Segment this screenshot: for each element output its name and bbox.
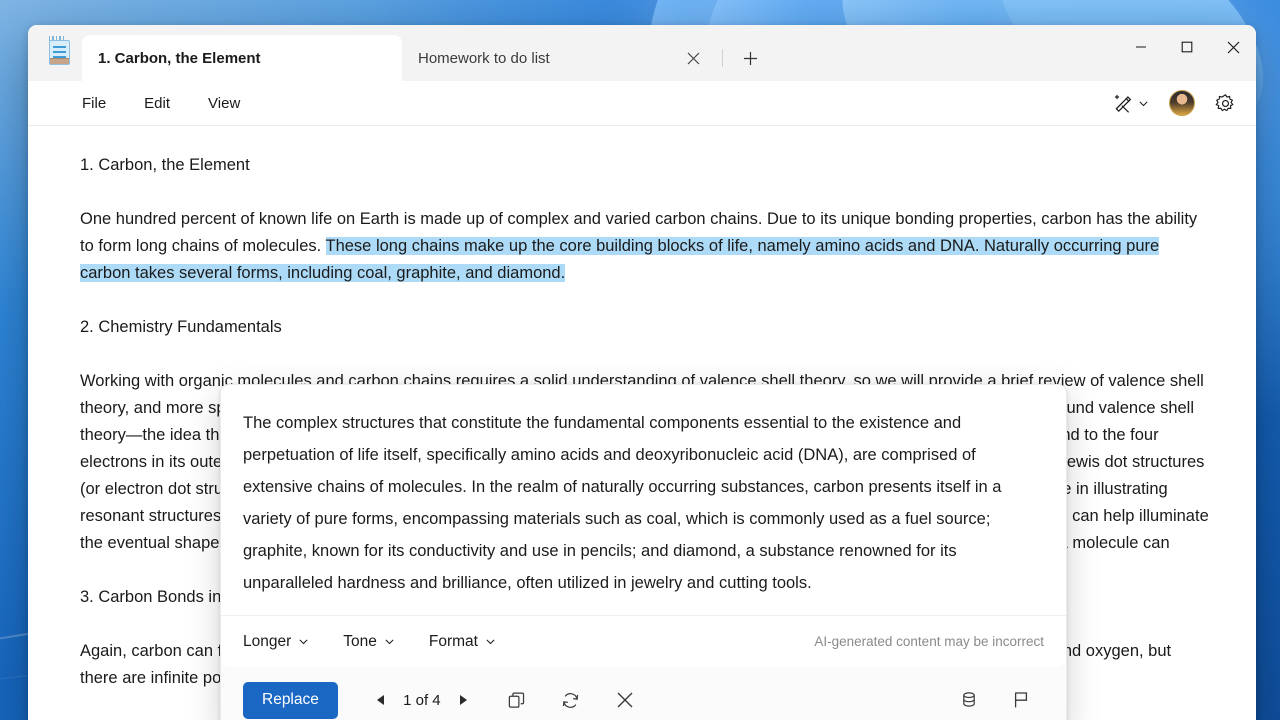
tab-label: Homework to do list <box>418 49 550 67</box>
document-paragraph-1: One hundred percent of known life on Ear… <box>80 206 1210 287</box>
format-dropdown-label: Format <box>428 632 478 650</box>
chevron-down-icon <box>485 636 496 647</box>
ai-rewrite-button[interactable] <box>1107 87 1155 119</box>
menu-item-view[interactable]: View <box>196 90 252 117</box>
ai-popup-body: The complex structures that constitute t… <box>221 385 1066 615</box>
chevron-down-icon <box>1138 98 1149 109</box>
minimize-icon[interactable] <box>1118 25 1164 69</box>
tone-dropdown-label: Tone <box>343 632 377 650</box>
replace-button[interactable]: Replace <box>243 681 338 719</box>
tone-dropdown[interactable]: Tone <box>343 633 395 651</box>
document-heading-2: 2. Chemistry Fundamentals <box>80 318 282 336</box>
database-stack-icon[interactable] <box>952 683 986 717</box>
copy-icon[interactable] <box>500 683 534 717</box>
tab-label: 1. Carbon, the Element <box>98 49 261 67</box>
window-controls <box>1118 25 1256 81</box>
menu-item-file[interactable]: File <box>70 90 118 117</box>
length-dropdown-label: Longer <box>243 632 292 650</box>
next-suggestion-button[interactable] <box>448 685 478 715</box>
menu-item-edit[interactable]: Edit <box>132 90 182 117</box>
chevron-down-icon <box>384 636 395 647</box>
previous-suggestion-button[interactable] <box>366 685 396 715</box>
length-dropdown[interactable]: Longer <box>243 633 309 651</box>
plus-icon[interactable] <box>733 41 767 75</box>
title-bar: 1. Carbon, the Element Homework to do li… <box>28 25 1256 81</box>
user-avatar[interactable] <box>1169 90 1195 116</box>
tab-carbon-the-element[interactable]: 1. Carbon, the Element <box>82 35 402 81</box>
close-icon[interactable] <box>608 683 642 717</box>
document-heading-1: 1. Carbon, the Element <box>80 156 250 174</box>
maximize-icon[interactable] <box>1164 25 1210 69</box>
notepad-window: 1. Carbon, the Element Homework to do li… <box>28 25 1256 720</box>
flag-icon[interactable] <box>1004 683 1038 717</box>
menu-bar: File Edit View <box>28 81 1256 126</box>
ai-rewrite-popup: The complex structures that constitute t… <box>220 384 1067 720</box>
refresh-icon[interactable] <box>554 683 588 717</box>
ai-popup-options-bar: Longer Tone Format AI-generated content … <box>221 615 1066 667</box>
close-icon[interactable] <box>1210 25 1256 69</box>
ai-disclaimer: AI-generated content may be incorrect <box>814 634 1044 649</box>
close-icon[interactable] <box>680 45 706 71</box>
ai-popup-action-bar: Replace 1 of 4 <box>221 667 1066 720</box>
gear-icon[interactable] <box>1209 87 1242 119</box>
tab-homework-to-do-list[interactable]: Homework to do list <box>402 35 722 81</box>
ai-pen-icon <box>1113 93 1134 114</box>
ai-popup-secondary-actions <box>952 683 1044 717</box>
notepad-icon <box>46 36 74 67</box>
chevron-down-icon <box>298 636 309 647</box>
format-dropdown[interactable]: Format <box>429 633 496 651</box>
suggestion-counter: 1 of 4 <box>403 691 441 709</box>
ai-generated-text: The complex structures that constitute t… <box>243 414 1002 592</box>
menu-right-actions <box>1107 87 1242 119</box>
tab-strip: 1. Carbon, the Element Homework to do li… <box>82 25 1118 81</box>
document-area[interactable]: 1. Carbon, the Element One hundred perce… <box>28 126 1256 720</box>
tab-divider <box>722 49 723 67</box>
